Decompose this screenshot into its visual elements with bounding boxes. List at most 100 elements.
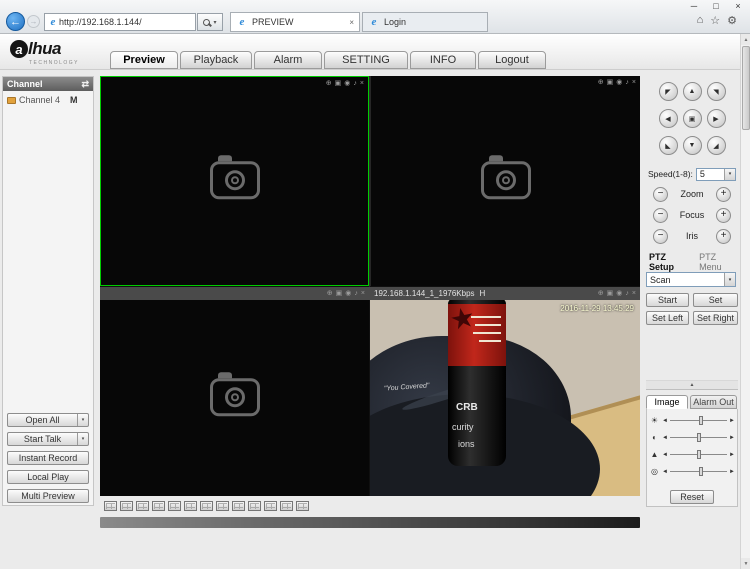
search-button[interactable]: ▾ bbox=[197, 13, 223, 31]
search-caret-icon[interactable]: ▾ bbox=[213, 19, 216, 26]
pan-up-left-icon[interactable]: ◤ bbox=[659, 82, 678, 101]
slider-increase-icon[interactable]: ► bbox=[729, 418, 735, 424]
speed-select[interactable]: 5 ▾ bbox=[696, 168, 736, 181]
slider-increase-icon[interactable]: ► bbox=[729, 435, 735, 441]
channel-list-item[interactable]: Channel 4 M bbox=[3, 91, 93, 109]
open-all-caret-icon[interactable]: ▾ bbox=[77, 414, 88, 426]
tab-preview[interactable]: Preview bbox=[110, 51, 178, 69]
slider-handle[interactable] bbox=[699, 416, 703, 425]
reset-button[interactable]: Reset bbox=[670, 490, 714, 504]
minimize-button[interactable]: ─ bbox=[687, 1, 701, 11]
slider-decrease-icon[interactable]: ◄ bbox=[662, 469, 668, 475]
set-left-button[interactable]: Set Left bbox=[646, 311, 689, 325]
split-1-icon[interactable] bbox=[152, 501, 165, 511]
scroll-up-icon[interactable]: ▲ bbox=[741, 34, 750, 45]
pan-down-right-icon[interactable]: ◢ bbox=[707, 136, 726, 155]
pan-down-icon[interactable]: ▼ bbox=[683, 136, 702, 155]
tab-setting[interactable]: SETTING bbox=[324, 51, 408, 69]
tab-logout[interactable]: Logout bbox=[478, 51, 546, 69]
back-button[interactable]: ← bbox=[6, 12, 25, 31]
set-right-button[interactable]: Set Right bbox=[693, 311, 738, 325]
instant-record-button[interactable]: Instant Record bbox=[7, 451, 89, 465]
video-pane-4-live[interactable]: ★ CRB curity ions "You Covered" 2016-11-… bbox=[370, 300, 640, 496]
digital-zoom-icon[interactable]: ⊕ bbox=[598, 288, 604, 299]
split-8-icon[interactable] bbox=[200, 501, 213, 511]
audio-icon[interactable]: ♪ bbox=[625, 77, 629, 88]
video-pane-2[interactable]: ⊕▣◉♪× bbox=[370, 76, 640, 286]
slider-increase-icon[interactable]: ► bbox=[729, 452, 735, 458]
ptz-menu-tab[interactable]: PTZ Menu bbox=[699, 252, 738, 272]
zoom-in-button[interactable]: + bbox=[716, 187, 731, 202]
snapshot-icon[interactable]: ◉ bbox=[616, 77, 622, 88]
close-button[interactable]: × bbox=[731, 1, 745, 11]
home-icon[interactable]: ⌂ bbox=[697, 14, 704, 27]
close-icon[interactable]: × bbox=[632, 288, 636, 299]
digital-zoom-icon[interactable]: ⊕ bbox=[598, 77, 604, 88]
split-9-icon[interactable] bbox=[216, 501, 229, 511]
start-talk-button[interactable]: Start Talk ▾ bbox=[7, 432, 89, 446]
pan-down-left-icon[interactable]: ◣ bbox=[659, 136, 678, 155]
split-4-icon[interactable] bbox=[168, 501, 181, 511]
slider-decrease-icon[interactable]: ◄ bbox=[662, 418, 668, 424]
local-record-icon[interactable]: ▣ bbox=[607, 77, 614, 88]
contrast-slider[interactable] bbox=[670, 432, 727, 443]
brightness-slider[interactable] bbox=[670, 415, 727, 426]
scroll-down-icon[interactable]: ▼ bbox=[741, 558, 750, 569]
digital-zoom-icon[interactable]: ⊕ bbox=[326, 78, 332, 89]
local-record-icon[interactable]: ▣ bbox=[335, 78, 342, 89]
saturation-slider[interactable] bbox=[670, 466, 727, 477]
focus-minus-button[interactable]: − bbox=[653, 208, 668, 223]
select-caret-icon[interactable]: ▾ bbox=[724, 169, 735, 180]
audio-icon[interactable]: ♪ bbox=[354, 288, 358, 299]
split-20-icon[interactable] bbox=[264, 501, 277, 511]
ptz-function-select[interactable]: Scan ▾ bbox=[646, 272, 736, 287]
browser-tab-preview[interactable]: e PREVIEW × bbox=[230, 12, 360, 32]
tab-close-icon[interactable]: × bbox=[349, 18, 354, 27]
pan-left-icon[interactable]: ◀ bbox=[659, 109, 678, 128]
snapshot-icon[interactable]: ◉ bbox=[616, 288, 622, 299]
local-record-icon[interactable]: ▣ bbox=[607, 288, 614, 299]
tab-alarm[interactable]: Alarm bbox=[254, 51, 322, 69]
audio-icon[interactable]: ♪ bbox=[625, 288, 629, 299]
ptz-position-icon[interactable]: ▣ bbox=[683, 109, 702, 128]
snapshot-icon[interactable]: ◉ bbox=[345, 288, 351, 299]
close-icon[interactable]: × bbox=[632, 77, 636, 88]
hue-slider[interactable] bbox=[670, 449, 727, 460]
close-icon[interactable]: × bbox=[360, 78, 364, 89]
video-pane-1-selected[interactable]: ⊕▣◉♪× bbox=[100, 76, 369, 286]
forward-button[interactable]: → bbox=[27, 15, 40, 28]
fullscreen-icon[interactable] bbox=[136, 501, 149, 511]
start-talk-caret-icon[interactable]: ▾ bbox=[77, 433, 88, 445]
split-25-icon[interactable] bbox=[280, 501, 293, 511]
local-play-button[interactable]: Local Play bbox=[7, 470, 89, 484]
maximize-button[interactable]: □ bbox=[709, 1, 723, 11]
browser-tab-login[interactable]: e Login bbox=[362, 12, 488, 32]
video-pane-3[interactable] bbox=[100, 300, 369, 496]
tab-playback[interactable]: Playback bbox=[180, 51, 252, 69]
open-all-button[interactable]: Open All ▾ bbox=[7, 413, 89, 427]
tab-alarm-out[interactable]: Alarm Out bbox=[690, 395, 737, 409]
split-13-icon[interactable] bbox=[232, 501, 245, 511]
tab-image[interactable]: Image bbox=[646, 395, 688, 409]
local-record-icon[interactable]: ▣ bbox=[336, 288, 343, 299]
scrollbar-thumb[interactable] bbox=[742, 46, 750, 130]
slider-decrease-icon[interactable]: ◄ bbox=[662, 435, 668, 441]
split-36-icon[interactable] bbox=[296, 501, 309, 511]
page-scrollbar[interactable]: ▲ ▼ bbox=[740, 34, 750, 569]
set-button[interactable]: Set bbox=[693, 293, 738, 307]
digital-zoom-icon[interactable]: ⊕ bbox=[327, 288, 333, 299]
iris-plus-button[interactable]: + bbox=[716, 229, 731, 244]
snapshot-icon[interactable]: ◉ bbox=[344, 78, 350, 89]
tools-gear-icon[interactable]: ⚙ bbox=[727, 14, 737, 27]
refresh-channels-icon[interactable]: ⇄ bbox=[81, 79, 89, 90]
slider-decrease-icon[interactable]: ◄ bbox=[662, 452, 668, 458]
pan-right-icon[interactable]: ▶ bbox=[707, 109, 726, 128]
ptz-setup-tab[interactable]: PTZ Setup bbox=[649, 252, 690, 272]
start-button[interactable]: Start bbox=[646, 293, 689, 307]
audio-icon[interactable]: ♪ bbox=[353, 78, 357, 89]
split-6-icon[interactable] bbox=[184, 501, 197, 511]
slider-increase-icon[interactable]: ► bbox=[729, 469, 735, 475]
zoom-out-button[interactable]: − bbox=[653, 187, 668, 202]
pan-up-icon[interactable]: ▲ bbox=[683, 82, 702, 101]
pan-up-right-icon[interactable]: ◥ bbox=[707, 82, 726, 101]
